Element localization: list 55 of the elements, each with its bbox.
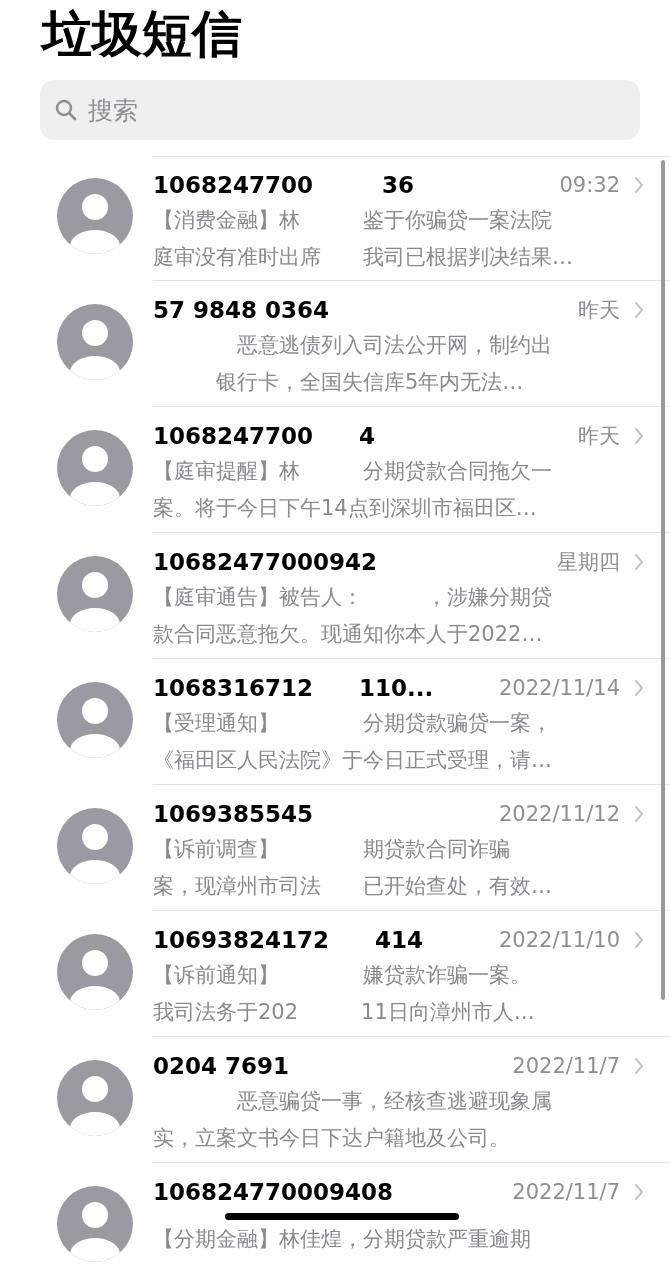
message-preview: 【诉前通知】 嫌贷款诈骗一案。 [153, 962, 532, 989]
message-preview: 《福田区人民法院》于今日正式受理，请… [153, 747, 553, 774]
message-time: 2022/11/7 [512, 1180, 620, 1204]
message-preview: 【庭审通告】被告人： ，涉嫌分期贷 [153, 584, 553, 611]
message-preview: 实，立案文书今日下达户籍地及公司。 [153, 1125, 511, 1152]
message-preview: 案，现漳州市司法 已开始查处，有效… [153, 873, 553, 900]
message-preview: 庭审没有准时出席 我司已根据判决结果… [153, 244, 574, 271]
message-preview: 恶意逃债列入司法公开网，制约出 [236, 332, 553, 359]
avatar-icon [57, 934, 133, 1010]
message-preview: 恶意骗贷一事，经核查逃避现象属 [236, 1088, 553, 1115]
message-preview: 【分期金融】林佳煌，分期贷款严重逾期 [153, 1226, 532, 1253]
message-time: 2022/11/12 [498, 802, 620, 826]
message-time: 2022/11/14 [498, 676, 620, 700]
message-preview: 【庭审提醒】林 分期贷款合同拖欠一 [153, 458, 553, 485]
chevron-icon [634, 427, 644, 445]
avatar-icon [57, 304, 133, 380]
message-preview: 款合同恶意拖欠。现通知你本人于2022… [153, 621, 544, 648]
avatar-icon [57, 556, 133, 632]
chevron-icon [634, 931, 644, 949]
message-preview: 案。将于今日下午14点到深圳市福田区… [153, 495, 538, 522]
sender-number: 10682477000942 [153, 549, 379, 575]
message-time: 09:32 [559, 173, 620, 197]
sender-number: 57 9848 0364 [153, 297, 331, 323]
message-time: 2022/11/10 [498, 928, 620, 952]
avatar-icon [57, 1186, 133, 1262]
avatar-icon [57, 808, 133, 884]
sender-number: 1068316712 110... [153, 673, 435, 703]
message-time: 2022/11/7 [512, 1054, 620, 1078]
message-preview: 【诉前调查】 期贷款合同诈骗 [153, 836, 511, 863]
chevron-icon [634, 805, 644, 823]
page-title: 垃圾短信 [39, 4, 243, 65]
sender-number: 1069385545 [153, 801, 315, 827]
chevron-icon [634, 301, 644, 319]
chevron-icon [634, 679, 644, 697]
chevron-icon [634, 176, 644, 194]
search-field[interactable]: 搜索 [40, 80, 640, 140]
message-time: 昨天 [578, 297, 620, 324]
chevron-icon [634, 553, 644, 571]
avatar-icon [57, 1060, 133, 1136]
sender-number: 106824770009408 [153, 1179, 395, 1205]
message-preview: 银行卡，全国失信库5年内无法… [215, 369, 525, 396]
message-preview: 我司法务于202 11日向漳州市人… [153, 999, 536, 1026]
sender-number: 1068247700 36 [153, 170, 416, 200]
sender-number: 1068247700 4 [153, 421, 377, 451]
sender-number: 0204 7691 [153, 1053, 291, 1079]
message-time: 星期四 [557, 549, 620, 576]
message-preview: 【受理通知】 分期贷款骗贷一案， [153, 710, 553, 737]
message-preview: 【消费金融】林 鉴于你骗贷一案法院 [153, 207, 553, 234]
avatar-icon [57, 430, 133, 506]
chevron-icon [634, 1183, 644, 1201]
avatar-icon [57, 178, 133, 254]
message-time: 昨天 [578, 423, 620, 450]
avatar-icon [57, 682, 133, 758]
chevron-icon [634, 1057, 644, 1075]
sender-number: 10693824172 414 [153, 925, 425, 955]
